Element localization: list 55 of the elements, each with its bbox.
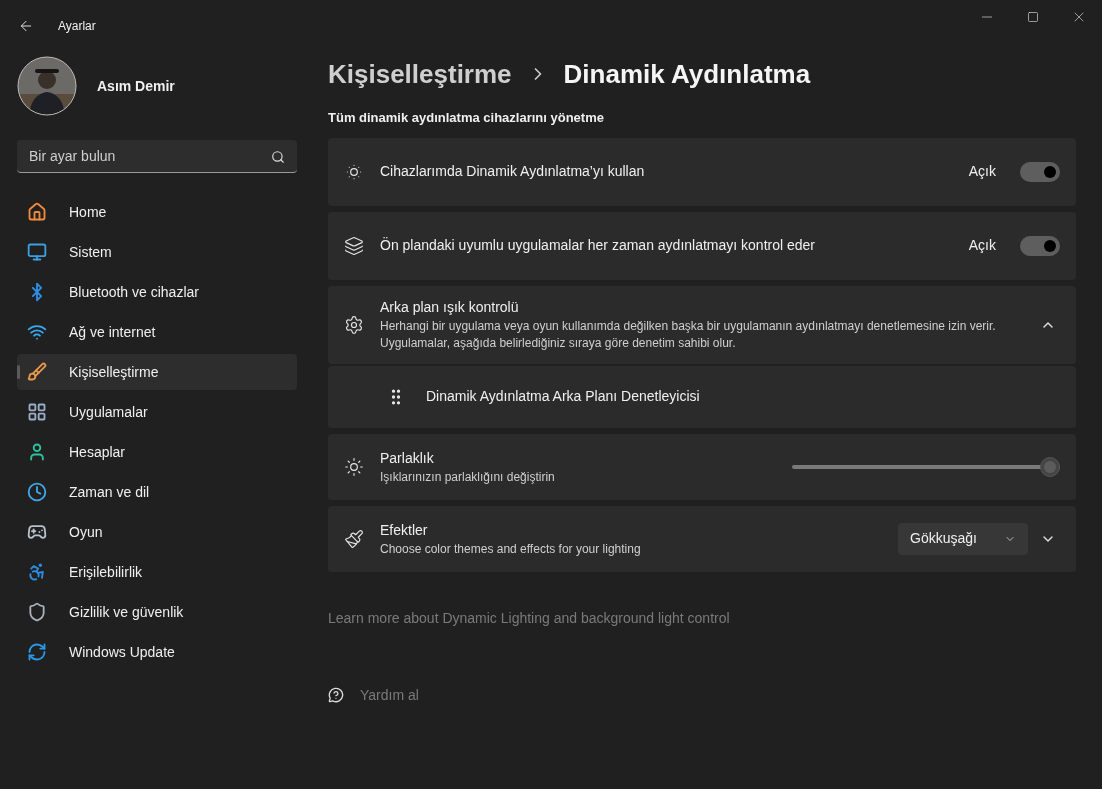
learn-more-link[interactable]: Learn more about Dynamic Lighting and background light control: [328, 607, 1076, 629]
sun-icon: [344, 456, 364, 477]
setting-description: Herhangi bir uygulama veya oyun kullanımda değilken başka bir uygulamanın aydınlatmayı denetlemesine izin verir. Uygulamalar, aşağıda belirlediğiniz sıraya göre denetim sahibi olur.: [380, 318, 997, 352]
setting-description: Choose color themes and effects for your lighting: [380, 540, 641, 558]
sidebar-item[interactable]: Ağ ve internet: [17, 314, 297, 350]
search-field[interactable]: Bir ayar bulun: [17, 140, 297, 173]
controller-name: Dinamik Aydınlatma Arka Planı Denetleyicisi: [426, 387, 700, 406]
slider-thumb[interactable]: [1040, 456, 1060, 477]
setting-title: Arka plan ışık kontrolü: [380, 298, 520, 317]
toggle-state-label: Açık: [968, 162, 996, 181]
page-title: Dinamik Aydınlatma: [563, 57, 811, 91]
help-link[interactable]: Yardım al: [360, 684, 419, 706]
sidebar-item[interactable]: Kişiselleştirme: [17, 354, 297, 390]
accessibility-icon: [27, 562, 47, 582]
window-title: Ayarlar: [58, 18, 96, 35]
setting-title: Efektler: [380, 520, 429, 540]
gamepad-icon: [27, 522, 47, 542]
setting-title: Cihazlarımda Dinamik Aydınlatma’yı kullan: [380, 162, 645, 181]
monitor-icon: [27, 242, 47, 262]
breadcrumb-parent[interactable]: Kişiselleştirme: [328, 54, 512, 94]
sidebar-item[interactable]: Zaman ve dil: [17, 474, 297, 510]
shield-icon: [27, 602, 47, 622]
clock-icon: [27, 482, 47, 502]
paintbrush-icon: [344, 528, 364, 549]
section-title: Tüm dinamik aydınlatma cihazlarını yönetme: [328, 109, 605, 127]
sidebar-item[interactable]: Erişilebilirlik: [17, 554, 297, 590]
setting-title: Ön plandaki uyumlu uygulamalar her zaman aydınlatmayı kontrol eder: [380, 236, 815, 255]
sidebar-item[interactable]: Sistem: [17, 234, 297, 270]
apps-icon: [27, 402, 47, 422]
settings-icon: [344, 314, 364, 335]
selection-indicator: [17, 365, 20, 379]
person-icon: [27, 442, 47, 462]
layers-icon: [344, 235, 364, 256]
setting-title: Parlaklık: [380, 448, 435, 468]
home-icon: [27, 202, 47, 222]
brush-icon: [27, 362, 47, 382]
back-icon[interactable]: [18, 18, 34, 34]
sidebar-item[interactable]: Bluetooth ve cihazlar: [17, 274, 297, 310]
user-name: Asım Demir: [97, 76, 175, 96]
sidebar-item[interactable]: Uygulamalar: [17, 394, 297, 430]
wifi-icon: [27, 322, 47, 342]
sidebar-item[interactable]: Hesaplar: [17, 434, 297, 470]
slider-track[interactable]: [792, 456, 1060, 477]
sidebar-item[interactable]: Gizlilik ve güvenlik: [17, 594, 297, 630]
toggle-state-label: Açık: [968, 236, 996, 255]
sidebar-item[interactable]: Windows Update: [17, 634, 297, 670]
refresh-icon: [27, 642, 47, 662]
search-icon: [271, 150, 285, 164]
setting-description: Işıklarınızın parlaklığını değiştirin: [380, 468, 555, 486]
sidebar-item[interactable]: Home: [17, 194, 297, 230]
sidebar-item[interactable]: Oyun: [17, 514, 297, 550]
maximize-icon[interactable]: [1027, 11, 1039, 23]
expander-header[interactable]: [328, 285, 1076, 364]
help-icon: [328, 687, 344, 703]
effects-dropdown[interactable]: Gökkuşağı: [898, 522, 1028, 555]
